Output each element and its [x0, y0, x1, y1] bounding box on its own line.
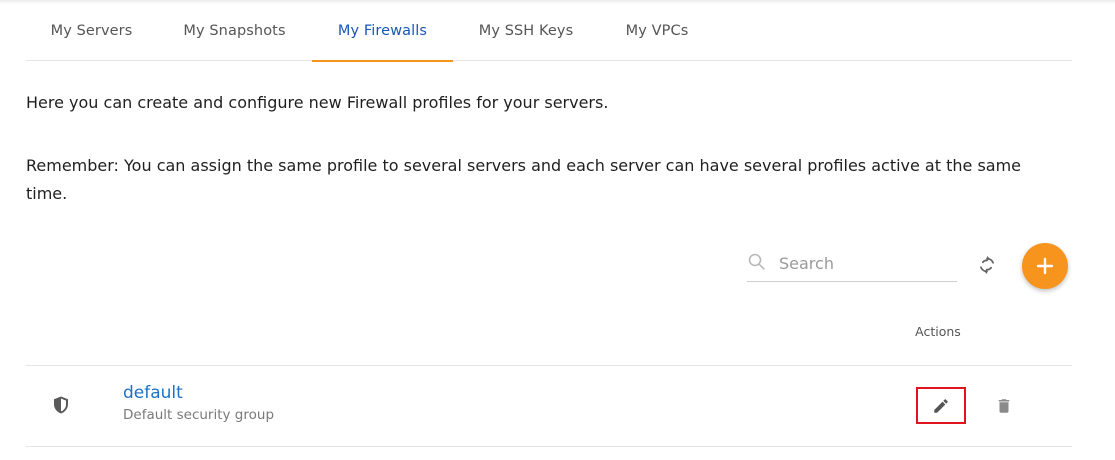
tab-my-ssh-keys[interactable]: My SSH Keys	[453, 0, 599, 61]
plus-icon	[1036, 257, 1054, 275]
edit-icon	[934, 398, 948, 413]
table-header-divider	[26, 365, 1072, 366]
search-input[interactable]	[779, 250, 954, 276]
shield-icon	[54, 396, 68, 414]
tab-my-snapshots[interactable]: My Snapshots	[157, 0, 312, 61]
tab-my-vpcs[interactable]: My VPCs	[599, 0, 715, 61]
actions-column-header: Actions	[915, 324, 961, 339]
remember-text: Remember: You can assign the same profil…	[26, 156, 1022, 203]
search-box	[747, 247, 957, 282]
firewall-description: Default security group	[123, 407, 275, 423]
firewall-name-link[interactable]: default	[123, 383, 183, 403]
table-row-divider	[26, 446, 1072, 447]
tab-bar: My Servers My Snapshots My Firewalls My …	[26, 0, 1072, 62]
add-firewall-button[interactable]	[1022, 243, 1068, 289]
search-icon	[748, 253, 765, 270]
tab-my-servers[interactable]: My Servers	[26, 0, 157, 61]
refresh-icon[interactable]	[976, 254, 998, 276]
delete-icon	[998, 399, 1010, 413]
delete-button[interactable]	[992, 394, 1016, 418]
edit-button[interactable]	[916, 387, 966, 424]
tab-my-firewalls[interactable]: My Firewalls	[312, 0, 453, 62]
intro-text: Here you can create and configure new Fi…	[26, 93, 609, 112]
